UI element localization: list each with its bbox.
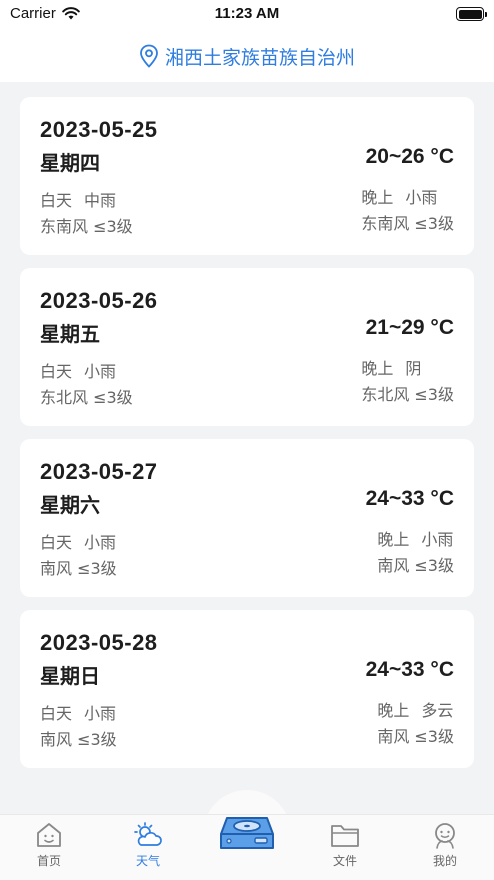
status-time: 11:23 AM: [214, 5, 280, 22]
tab-home-label: 首页: [36, 854, 61, 868]
hard-drive-icon: [220, 817, 274, 849]
night-weather: 阴: [405, 359, 422, 378]
night-wind: 南风 ≤3级: [377, 556, 454, 575]
day-label: 白天: [40, 533, 73, 552]
forecast-card[interactable]: 2023-05-26 星期五 21~29 °C 白天 小雨 东北风 ≤3级 晚上阴…: [20, 268, 474, 426]
day-wind: 东北风 ≤3级: [40, 388, 133, 407]
location-title: 湘西土家族苗族自治州: [164, 46, 355, 69]
night-wind: 东南风 ≤3级: [361, 214, 454, 233]
forecast-card[interactable]: 2023-05-27 星期六 24~33 °C 白天 小雨 南风 ≤3级 晚上 小雨…: [20, 439, 474, 597]
tab-weather[interactable]: 天气: [103, 815, 193, 880]
tab-mine[interactable]: 我的: [400, 815, 490, 880]
night-label: 晚上: [377, 701, 410, 720]
weather-icon: [134, 822, 162, 846]
forecast-date: 2023-05-27: [40, 459, 158, 484]
tab-mine-label: 我的: [432, 854, 457, 868]
night-weather: 小雨: [421, 530, 454, 549]
day-wind: 东南风 ≤3级: [40, 217, 133, 236]
forecast-weekday: 星期五: [40, 322, 100, 346]
temperature-range: 21~29 °C: [365, 316, 454, 339]
tab-home[interactable]: 首页: [4, 815, 94, 880]
forecast-date: 2023-05-25: [40, 117, 158, 142]
day-weather: 小雨: [84, 362, 117, 381]
location-pin-icon: [140, 44, 158, 68]
day-wind: 南风 ≤3级: [40, 730, 117, 749]
night-wind: 东北风 ≤3级: [361, 385, 454, 404]
night-label: 晚上: [377, 530, 410, 549]
temperature-range: 20~26 °C: [365, 145, 454, 168]
night-info: 晚上 多云 南风 ≤3级: [377, 698, 454, 750]
folder-icon: [331, 825, 359, 847]
forecast-card[interactable]: 2023-05-25 星期四 20~26 °C 白天 中雨 东南风 ≤3级 晚上小…: [20, 97, 474, 255]
status-bar: Carrier 11:23 AM: [0, 0, 494, 30]
forecast-date: 2023-05-26: [40, 288, 158, 313]
day-weather: 小雨: [84, 704, 117, 723]
location-header[interactable]: 湘西土家族苗族自治州: [0, 30, 494, 82]
forecast-list: 2023-05-25 星期四 20~26 °C 白天 中雨 东南风 ≤3级 晚上小…: [20, 97, 474, 781]
night-info: 晚上阴 东北风 ≤3级: [361, 356, 454, 408]
tab-files[interactable]: 文件: [300, 815, 390, 880]
forecast-weekday: 星期四: [40, 151, 100, 175]
day-label: 白天: [40, 362, 73, 381]
tab-weather-label: 天气: [135, 854, 160, 868]
day-label: 白天: [40, 191, 73, 210]
daytime-info: 白天 中雨 东南风 ≤3级: [40, 188, 133, 240]
night-weather: 小雨: [405, 188, 438, 207]
night-weather: 多云: [421, 701, 454, 720]
battery-icon: [456, 7, 487, 21]
daytime-info: 白天 小雨 南风 ≤3级: [40, 530, 117, 582]
day-label: 白天: [40, 704, 73, 723]
tab-files-label: 文件: [332, 854, 357, 868]
forecast-weekday: 星期六: [40, 493, 100, 517]
home-icon: [37, 823, 61, 847]
night-info: 晚上 小雨 东南风 ≤3级: [361, 185, 454, 237]
forecast-card[interactable]: 2023-05-28 星期日 24~33 °C 白天 小雨 南风 ≤3级 晚上 多云…: [20, 610, 474, 768]
night-info: 晚上 小雨 南风 ≤3级: [377, 527, 454, 579]
daytime-info: 白天 小雨 南风 ≤3级: [40, 701, 117, 753]
temperature-range: 24~33 °C: [365, 487, 454, 510]
center-drive-button[interactable]: [219, 812, 275, 856]
temperature-range: 24~33 °C: [365, 658, 454, 681]
profile-icon: [435, 823, 455, 849]
night-label: 晚上: [361, 359, 394, 378]
forecast-weekday: 星期日: [40, 664, 100, 688]
night-label: 晚上: [361, 188, 394, 207]
daytime-info: 白天 小雨 东北风 ≤3级: [40, 359, 133, 411]
day-weather: 中雨: [84, 191, 117, 210]
night-wind: 南风 ≤3级: [377, 727, 454, 746]
forecast-date: 2023-05-28: [40, 630, 158, 655]
day-wind: 南风 ≤3级: [40, 559, 117, 578]
day-weather: 小雨: [84, 533, 117, 552]
